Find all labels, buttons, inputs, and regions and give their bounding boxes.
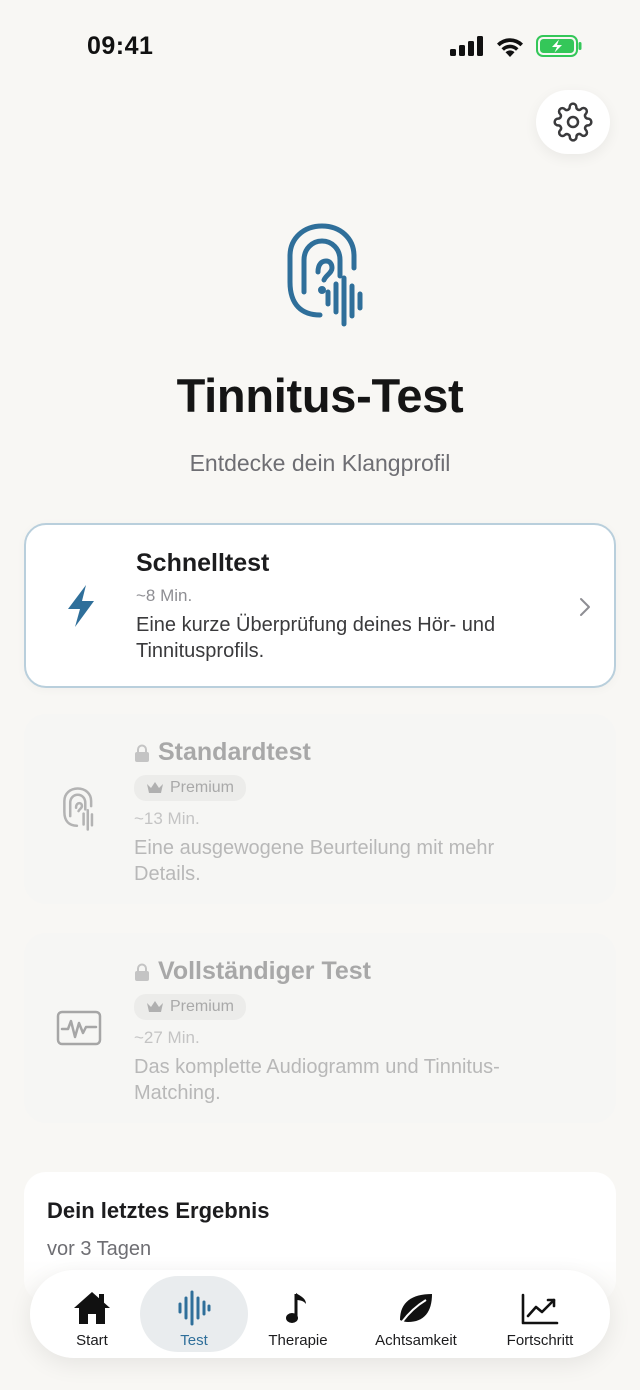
last-result-title: Dein letztes Ergebnis: [47, 1198, 270, 1223]
tab-label: Fortschritt: [506, 1332, 574, 1349]
test-card-standard[interactable]: Standardtest Premium ~13 Min. Eine ausge…: [24, 714, 616, 904]
tab-label: Achtsamkeit: [375, 1332, 457, 1349]
music-note-icon: [284, 1284, 312, 1326]
test-card-duration: ~27 Min.: [134, 1028, 200, 1047]
test-card-quick[interactable]: Schnelltest ~8 Min. Eine kurze Überprüfu…: [24, 523, 616, 688]
tab-label: Therapie: [268, 1332, 328, 1349]
premium-badge: Premium: [134, 994, 247, 1020]
tab-test[interactable]: Test: [140, 1276, 248, 1352]
test-card-description: Eine ausgewogene Beurteilung mit mehr De…: [134, 837, 495, 885]
wifi-icon: [497, 37, 523, 57]
page-title: Tinnitus-Test: [176, 369, 464, 422]
cellular-signal-icon: [450, 36, 483, 56]
test-card-description: Eine kurze Überprüfung deines Hör- und T…: [136, 614, 496, 662]
tab-label: Start: [76, 1332, 108, 1349]
tab-fortschritt[interactable]: Fortschritt: [490, 1276, 590, 1352]
waveform-monitor-icon: [52, 1001, 106, 1055]
status-icons: [450, 35, 582, 57]
gear-icon: [553, 102, 593, 142]
ear-soundwave-logo-icon: [280, 220, 370, 330]
tab-start[interactable]: Start: [44, 1276, 140, 1352]
test-card-title: Standardtest: [158, 738, 311, 766]
test-card-title: Vollständiger Test: [158, 957, 372, 985]
lock-icon: [135, 963, 149, 981]
test-card-full[interactable]: Vollständiger Test Premium ~27 Min. Das …: [24, 933, 616, 1123]
ear-icon: [52, 782, 106, 836]
status-time: 09:41: [87, 32, 154, 60]
test-card-title: Schnelltest: [136, 549, 270, 577]
last-result-subtitle: vor 3 Tagen: [47, 1238, 152, 1260]
tab-bar: Start Test Therapie Achtsamkeit Fortschr…: [30, 1270, 610, 1358]
settings-button[interactable]: [536, 90, 610, 154]
crown-icon: [147, 1001, 163, 1012]
soundwave-icon: [177, 1284, 211, 1326]
home-icon: [72, 1284, 112, 1326]
status-bar: 09:41: [0, 0, 640, 90]
leaf-icon: [396, 1284, 436, 1326]
crown-icon: [147, 782, 163, 793]
lightning-icon: [54, 579, 108, 633]
chevron-right-icon: [580, 598, 590, 616]
chart-icon: [520, 1284, 560, 1326]
page-subtitle: Entdecke dein Klangprofil: [189, 450, 451, 476]
test-card-duration: ~8 Min.: [136, 586, 193, 605]
battery-charging-icon: [536, 35, 582, 57]
tab-achtsamkeit[interactable]: Achtsamkeit: [358, 1276, 474, 1352]
premium-badge: Premium: [134, 775, 247, 801]
test-card-duration: ~13 Min.: [134, 809, 200, 828]
lock-icon: [135, 744, 149, 762]
tab-therapie[interactable]: Therapie: [250, 1276, 346, 1352]
test-card-description: Das komplette Audiogramm und Tinnitus-Ma…: [134, 1056, 500, 1104]
tab-label: Test: [180, 1332, 208, 1349]
